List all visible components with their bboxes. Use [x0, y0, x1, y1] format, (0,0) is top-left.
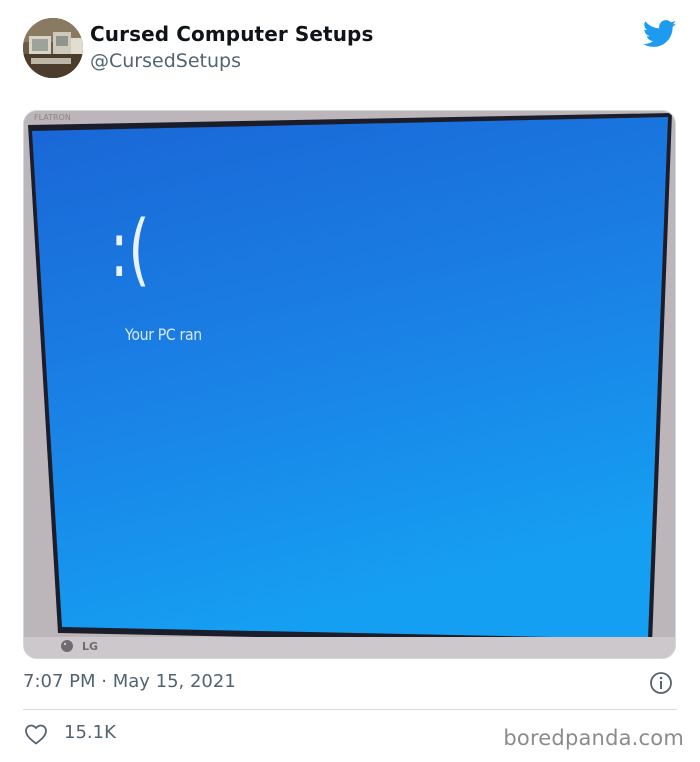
- bsod-sad-face: :(: [110, 205, 150, 295]
- watermark: boredpanda.com: [503, 726, 684, 750]
- info-icon[interactable]: [649, 671, 673, 695]
- heart-icon[interactable]: [24, 723, 48, 745]
- tweet-card: Cursed Computer Setups @CursedSetups FLA…: [0, 0, 700, 762]
- monitor-photo: FLATRON: [24, 111, 675, 658]
- lg-logo-icon: [60, 638, 78, 657]
- svg-text:FLATRON: FLATRON: [34, 113, 71, 122]
- user-handle[interactable]: @CursedSetups: [90, 50, 241, 72]
- tweet-timestamp[interactable]: 7:07 PM · May 15, 2021: [23, 671, 236, 692]
- monitor-brand-label: LG: [82, 640, 99, 653]
- tweet-photo[interactable]: FLATRON :( Your PC ran: [23, 110, 676, 659]
- avatar-image: [23, 18, 83, 78]
- display-name[interactable]: Cursed Computer Setups: [90, 22, 373, 46]
- twitter-bird-icon[interactable]: [643, 20, 677, 48]
- avatar[interactable]: [23, 18, 83, 78]
- divider: [23, 709, 677, 710]
- bsod-message: Your PC ran: [125, 325, 202, 344]
- like-count: 15.1K: [64, 722, 116, 743]
